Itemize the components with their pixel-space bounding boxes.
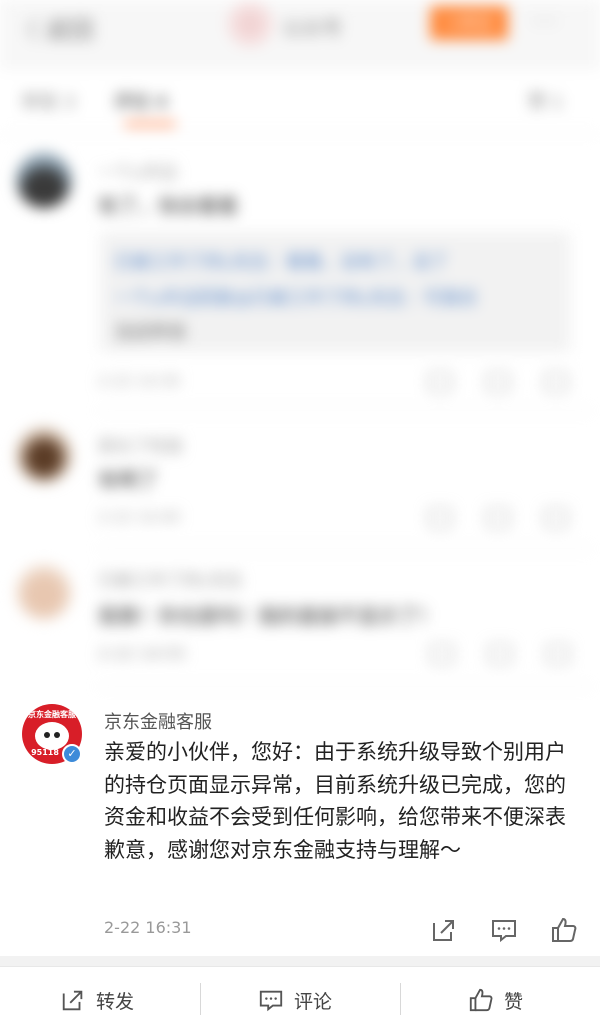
verified-check-icon: ✓ — [62, 744, 82, 764]
back-button[interactable]: 〈 返回 — [14, 10, 94, 45]
divider — [98, 686, 592, 687]
comment-username[interactable]: 家长了吃饭 — [98, 432, 183, 457]
active-tab-indicator — [124, 122, 176, 126]
like-label: 赞 — [504, 990, 524, 1013]
share-icon[interactable] — [430, 916, 458, 944]
share-icon — [62, 990, 83, 1011]
follow-button[interactable]: +关注 — [430, 6, 508, 40]
blogger-name[interactable]: 公众号 — [282, 12, 342, 41]
avatar[interactable] — [16, 152, 72, 208]
repost-label: 转发 — [96, 990, 135, 1013]
section-gap — [0, 956, 600, 966]
repost-button[interactable]: 转发 — [60, 967, 134, 1032]
comment-text: 亲爱的小伙伴，您好：由于系统升级导致个别用户的持仓页面显示异常，目前系统升级已完… — [104, 740, 566, 862]
comment-username[interactable]: 已被工作了的L先生 — [98, 566, 243, 591]
reply-icon[interactable] — [486, 508, 510, 528]
comment-icon — [259, 990, 283, 1012]
comment-text: 有啊了 — [98, 468, 158, 492]
comment-time: 2-22 14:40 — [98, 508, 181, 526]
comment-username[interactable]: 京东金融客服 — [104, 708, 212, 734]
quoted-line: 当这样说 — [114, 322, 186, 343]
share-icon[interactable] — [428, 508, 452, 528]
comment-time: 2-22 14:30 — [98, 372, 181, 390]
reply-icon[interactable] — [490, 916, 518, 944]
quoted-line: 一个u半边回复@已被工作了的L先生：可是应 — [114, 288, 478, 309]
share-icon[interactable] — [430, 644, 454, 664]
avatar[interactable]: 京东金融客服 95118 ✓ — [22, 704, 82, 764]
thumbs-up-icon — [469, 988, 493, 1012]
divider — [400, 983, 401, 1015]
like-icon[interactable] — [544, 372, 568, 392]
quoted-line: 已被工作了的L先生：看看，没有了，没了 — [114, 252, 449, 273]
divider — [98, 548, 592, 549]
comment-text: 我靠！你也是吗！我的直接不显示了！ — [98, 604, 438, 628]
bottom-action-bar: 转发 评论 赞 — [0, 966, 600, 1032]
reply-icon[interactable] — [486, 372, 510, 392]
blogger-avatar[interactable] — [232, 6, 268, 42]
comment-time: 2-22 16:31 — [104, 918, 192, 937]
divider — [200, 983, 201, 1015]
reply-icon[interactable] — [488, 644, 512, 664]
avatar[interactable] — [16, 564, 72, 620]
avatar[interactable] — [16, 427, 72, 483]
comment-button[interactable]: 评论 — [258, 967, 332, 1032]
like-icon[interactable] — [550, 916, 578, 944]
comment-text: 有了，快去看看 — [98, 194, 238, 218]
blurred-region: 〈 返回 公众号 +关注 ··· 转发 3 评论 4 赞 1 一个u半边 有了，… — [0, 0, 600, 700]
like-icon[interactable] — [544, 508, 568, 528]
tab-repost[interactable]: 转发 3 — [22, 88, 75, 114]
more-options-icon[interactable]: ··· — [532, 10, 559, 35]
comment-time: 2-22 14:55 — [98, 644, 186, 663]
divider — [98, 410, 592, 411]
tab-like[interactable]: 赞 1 — [528, 88, 563, 114]
tab-comment[interactable]: 评论 4 — [114, 88, 167, 114]
share-icon[interactable] — [428, 372, 452, 392]
comment-label: 评论 — [294, 990, 333, 1013]
like-button[interactable]: 赞 — [468, 967, 523, 1032]
tab-bar — [0, 70, 600, 134]
like-icon[interactable] — [546, 644, 570, 664]
comment-username[interactable]: 一个u半边 — [98, 158, 177, 183]
